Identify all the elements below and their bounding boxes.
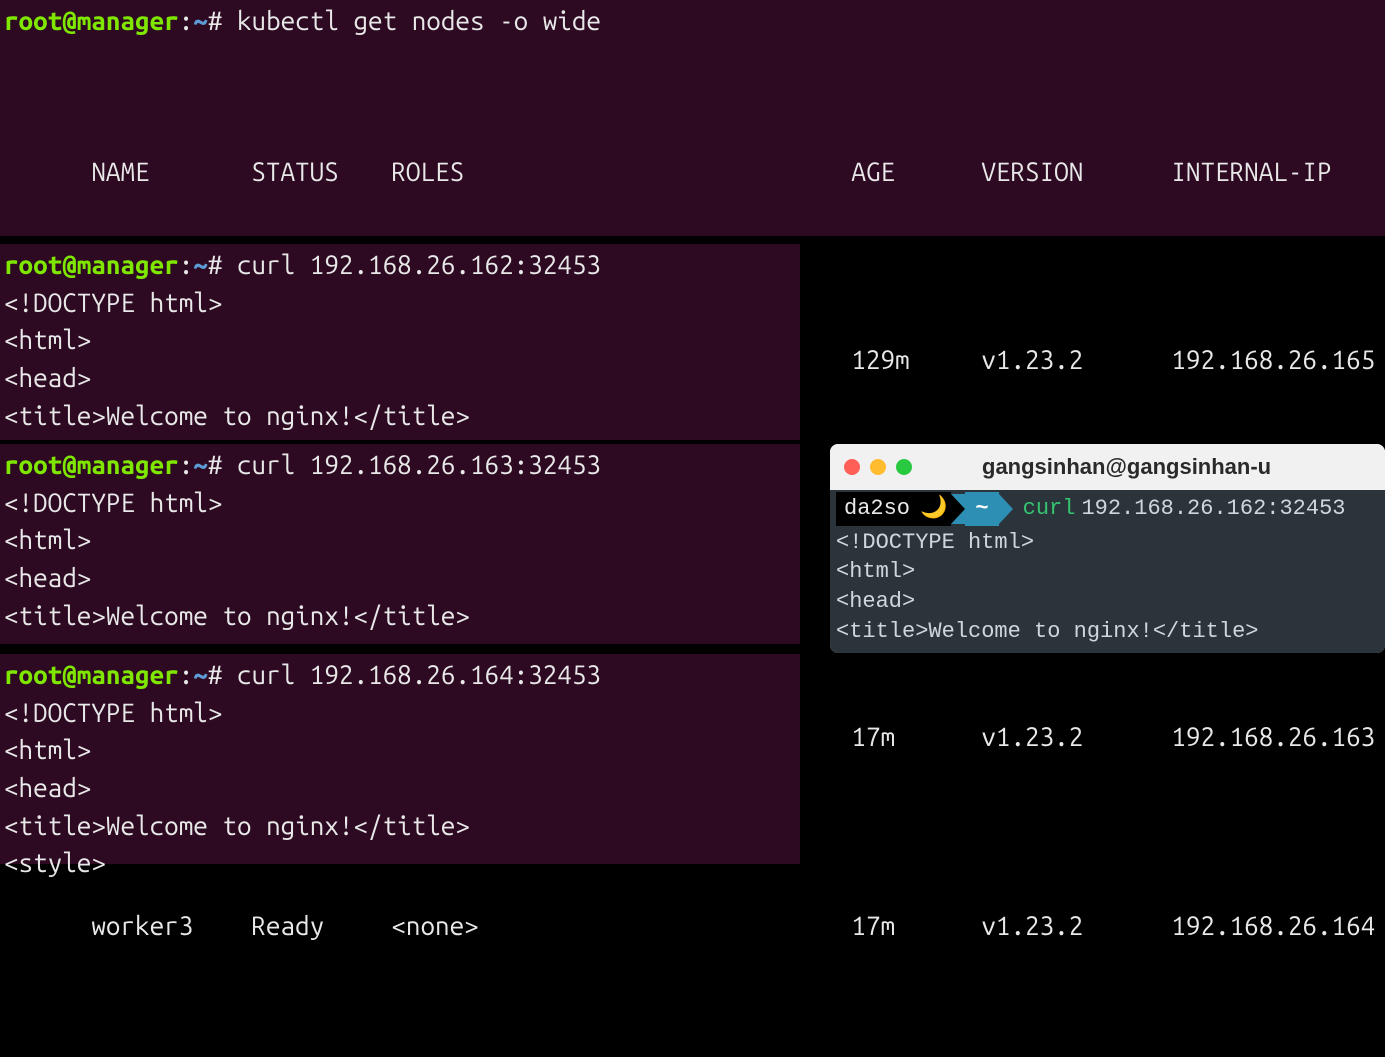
mac-command-arg: 192.168.26.162:32453	[1081, 494, 1345, 524]
terminal-panel-curl-3[interactable]: root@manager:~# curl 192.168.26.164:3245…	[0, 654, 800, 864]
mac-prompt-line: da2so 🌙 ~ curl 192.168.26.162:32453	[836, 492, 1379, 526]
prompt-hash: #	[208, 6, 223, 35]
col-header-roles: ROLES	[391, 153, 851, 191]
command-text: curl 192.168.26.163:32453	[237, 450, 601, 479]
mac-terminal-window[interactable]: gangsinhan@gangsinhan-u da2so 🌙 ~ curl 1…	[830, 444, 1385, 653]
output-line: <title>Welcome to nginx!</title>	[836, 617, 1379, 647]
terminal-panel-kubectl[interactable]: root@manager:~# kubectl get nodes -o wid…	[0, 0, 1385, 236]
maximize-icon[interactable]	[896, 459, 912, 475]
output-line: <html>	[836, 557, 1379, 587]
col-header-internal-ip: INTERNAL-IP	[1171, 153, 1331, 191]
output-line: <!DOCTYPE html>	[836, 528, 1379, 558]
prompt-segment-name: da2so	[836, 492, 920, 526]
prompt-path: ~	[193, 6, 208, 35]
output-line: <html>	[4, 521, 796, 559]
prompt-colon: :	[179, 6, 194, 35]
output-line: <html>	[4, 731, 796, 769]
prompt-user: root	[4, 6, 62, 35]
close-icon[interactable]	[844, 459, 860, 475]
col-header-version: VERSION	[981, 153, 1171, 191]
output-line: <html>	[4, 321, 796, 359]
prompt-line: root@manager:~# curl 192.168.26.163:3245…	[4, 446, 796, 484]
output-line: <head>	[836, 587, 1379, 617]
col-header-age: AGE	[851, 153, 981, 191]
col-header-status: STATUS	[251, 153, 391, 191]
prompt-line: root@manager:~# curl 192.168.26.162:3245…	[4, 246, 796, 284]
prompt-segment-path: ~	[965, 492, 998, 526]
output-line: <head>	[4, 559, 796, 597]
mac-titlebar[interactable]: gangsinhan@gangsinhan-u	[830, 444, 1385, 490]
output-line: <title>Welcome to nginx!</title>	[4, 597, 796, 635]
output-line: <head>	[4, 769, 796, 807]
prompt-at: @	[62, 6, 77, 35]
output-line: <!DOCTYPE html>	[4, 694, 796, 732]
command-text: curl 192.168.26.164:32453	[237, 660, 601, 689]
output-line: <style>	[4, 844, 796, 882]
output-line: <title>Welcome to nginx!</title>	[4, 397, 796, 435]
powerline-separator-icon	[999, 494, 1013, 524]
output-line: <title>Welcome to nginx!</title>	[4, 807, 796, 845]
window-title: gangsinhan@gangsinhan-u	[982, 451, 1271, 483]
minimize-icon[interactable]	[870, 459, 886, 475]
terminal-panel-curl-2[interactable]: root@manager:~# curl 192.168.26.163:3245…	[0, 444, 800, 644]
powerline-separator-icon	[951, 494, 965, 524]
command-text: curl 192.168.26.162:32453	[237, 250, 601, 279]
mac-command: curl	[1023, 494, 1076, 524]
output-line: <head>	[4, 359, 796, 397]
terminal-panel-curl-1[interactable]: root@manager:~# curl 192.168.26.162:3245…	[0, 244, 800, 440]
prompt-line: root@manager:~# kubectl get nodes -o wid…	[4, 2, 1381, 40]
col-header-name: NAME	[91, 153, 251, 191]
prompt-line: root@manager:~# curl 192.168.26.164:3245…	[4, 656, 796, 694]
table-row: worker3Ready<none>17mv1.23.2192.168.26.1…	[4, 869, 1381, 982]
moon-icon: 🌙	[920, 492, 951, 526]
table-header-row: NAMESTATUSROLESAGEVERSIONINTERNAL-IP	[4, 115, 1381, 228]
mac-terminal-body[interactable]: da2so 🌙 ~ curl 192.168.26.162:32453 <!DO…	[830, 490, 1385, 653]
prompt-host: manager	[77, 6, 179, 35]
command-text: kubectl get nodes -o wide	[237, 6, 601, 35]
output-line: <!DOCTYPE html>	[4, 284, 796, 322]
output-line: <!DOCTYPE html>	[4, 484, 796, 522]
